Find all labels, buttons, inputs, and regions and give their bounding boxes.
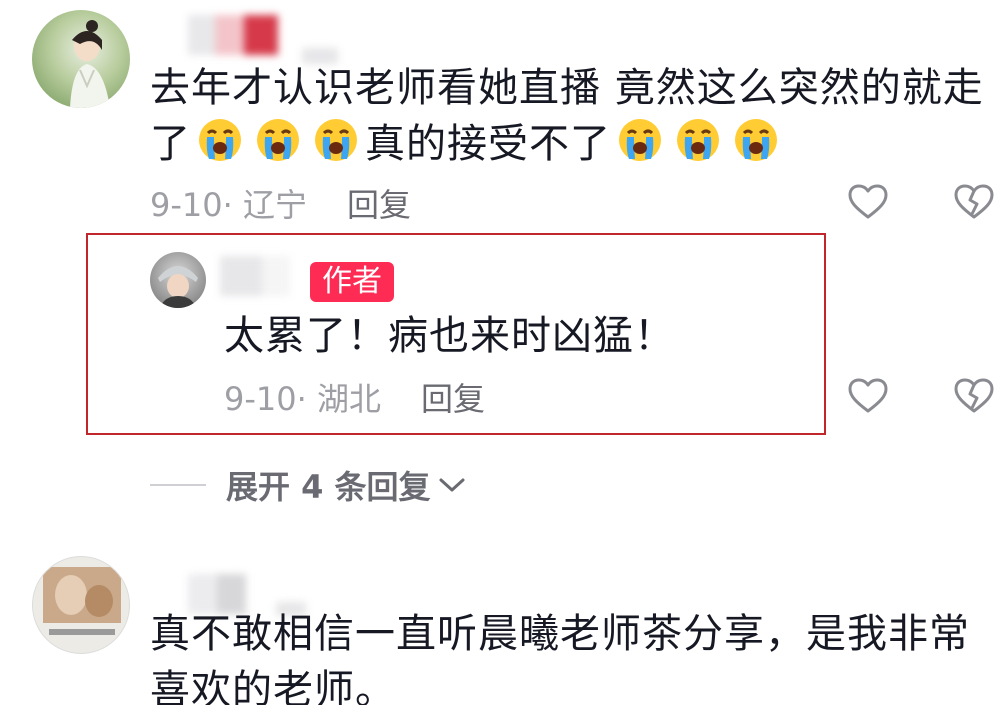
avatar-illustration — [43, 567, 121, 635]
broken-heart-icon — [954, 378, 994, 413]
loudly-crying-face-icon — [313, 117, 359, 163]
dislike-button[interactable] — [952, 374, 996, 418]
loudly-crying-face-icon — [255, 117, 301, 163]
reply-button[interactable]: 回复 — [421, 374, 485, 420]
loudly-crying-face-icon — [197, 117, 243, 163]
loudly-crying-face-icon — [675, 117, 721, 163]
avatar-illustration — [70, 20, 110, 108]
like-button[interactable] — [846, 374, 890, 418]
comment-text: 去年才认识老师看她直播 竟然这么突然的就走 了 真的接受不了 — [150, 60, 990, 172]
reply-date-location: 9-10· 湖北 — [224, 374, 381, 420]
avatar[interactable] — [32, 10, 130, 108]
loudly-crying-face-icon — [617, 117, 663, 163]
like-button[interactable] — [846, 180, 890, 224]
expand-replies-label: 展开 4 条回复 — [226, 468, 431, 506]
comment-text-middle: 真的接受不了 — [365, 121, 611, 167]
comment-list: 去年才认识老师看她直播 竟然这么突然的就走 了真的接受不了 9-10· 辽宁 回… — [0, 0, 1008, 705]
comment-date-location: 9-10· 辽宁 — [150, 180, 307, 226]
reply-location: · 湖北 — [296, 380, 381, 418]
username-blurred[interactable] — [188, 15, 278, 55]
comment-text-line1: 真不敢相信一直听晨曦老师茶分享，是我非常 — [150, 611, 970, 657]
author-badge: 作者 — [310, 262, 394, 302]
reply-meta: 9-10· 湖北 回复 — [224, 374, 485, 420]
divider-line — [150, 484, 206, 486]
comment-location: · 辽宁 — [222, 186, 307, 224]
avatar[interactable] — [32, 556, 130, 654]
reply-button[interactable]: 回复 — [347, 180, 411, 226]
comment-text-prefix: 了 — [150, 121, 191, 167]
comment-meta: 9-10· 辽宁 回复 — [150, 180, 411, 226]
reply-text: 太累了！病也来时凶猛！ — [224, 313, 675, 359]
comment-text-line2: 喜欢的老师。 — [150, 667, 396, 705]
comment-date: 9-10 — [150, 186, 223, 224]
comment-text-line2: 了 真的接受不了 — [150, 116, 990, 172]
comment-text-line1: 去年才认识老师看她直播 竟然这么突然的就走 — [150, 65, 984, 111]
heart-outline-icon — [848, 184, 888, 219]
dislike-button[interactable] — [952, 180, 996, 224]
avatar-illustration — [158, 266, 198, 308]
reply-date: 9-10 — [224, 380, 297, 418]
heart-outline-icon — [848, 378, 888, 413]
comment-text: 真不敢相信一直听晨曦老师茶分享，是我非常 喜欢的老师。 — [150, 606, 990, 705]
loudly-crying-face-icon — [733, 117, 779, 163]
chevron-down-icon — [439, 478, 465, 492]
author-username-blurred[interactable] — [220, 256, 290, 296]
broken-heart-icon — [954, 184, 994, 219]
author-avatar[interactable] — [150, 252, 206, 308]
expand-replies-button[interactable]: 展开 4 条回复 — [150, 462, 467, 508]
